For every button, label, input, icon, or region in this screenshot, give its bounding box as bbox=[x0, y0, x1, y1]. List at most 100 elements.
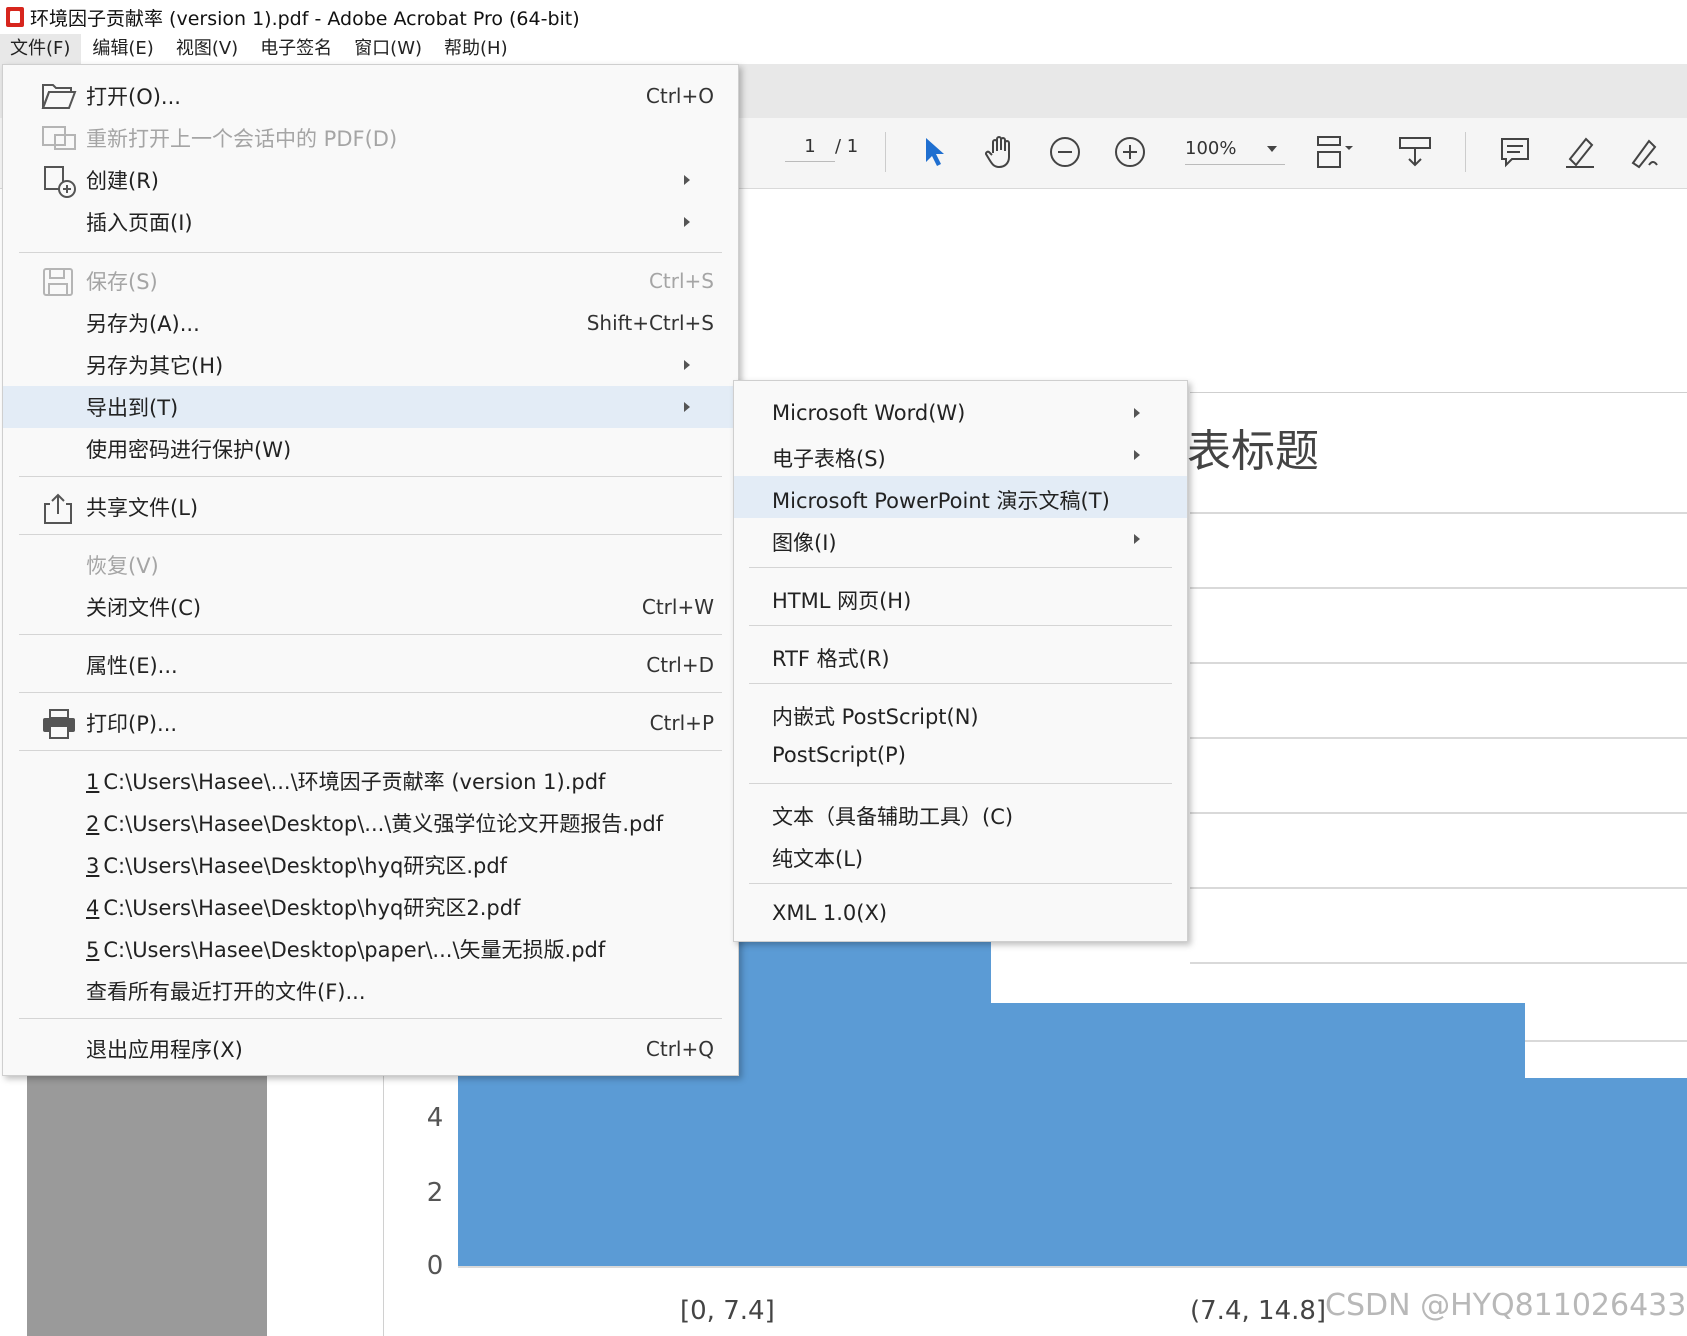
submenu-item-label: HTML 网页(H) bbox=[772, 589, 912, 613]
menu-item-label: 另存为(A)... bbox=[86, 312, 200, 336]
menu-file[interactable]: 文件(F) bbox=[0, 34, 82, 64]
recent-file-item[interactable]: 3 C:\Users\Hasee\Desktop\hyq研究区.pdf bbox=[3, 844, 738, 886]
recent-file-item[interactable]: 1 C:\Users\Hasee\...\环境因子贡献率 (version 1).… bbox=[3, 760, 738, 802]
recent-file-number: 1 bbox=[86, 770, 100, 794]
menu-item-properties[interactable]: 属性(E)... Ctrl+D bbox=[3, 644, 738, 686]
highlight-pen-icon[interactable] bbox=[1560, 132, 1600, 172]
shortcut-label: Ctrl+S bbox=[648, 269, 714, 293]
export-powerpoint[interactable]: Microsoft PowerPoint 演示文稿(T) bbox=[734, 476, 1187, 518]
menu-edit[interactable]: 编辑(E) bbox=[81, 34, 164, 64]
menu-item-share[interactable]: 共享文件(L) bbox=[3, 486, 738, 528]
page-total: / 1 bbox=[835, 136, 859, 157]
menu-item-label: 创建(R) bbox=[86, 169, 159, 193]
recent-file-item[interactable]: 5 C:\Users\Hasee\Desktop\paper\...\矢量无损版.… bbox=[3, 928, 738, 970]
menu-item-label: 关闭文件(C) bbox=[86, 596, 202, 620]
menu-window[interactable]: 窗口(W) bbox=[343, 34, 433, 64]
menu-item-revert[interactable]: 恢复(V) bbox=[3, 544, 738, 586]
recent-file-item[interactable]: 4 C:\Users\Hasee\Desktop\hyq研究区2.pdf bbox=[3, 886, 738, 928]
recent-file-number: 2 bbox=[86, 812, 100, 836]
recent-file-label: 2 C:\Users\Hasee\Desktop\...\黄义强学位论文开题报告.… bbox=[86, 808, 663, 838]
x-axis-line bbox=[458, 1266, 1687, 1268]
page-number-input[interactable]: 1 bbox=[785, 136, 835, 162]
menu-separator bbox=[749, 883, 1172, 884]
menu-item-label: 使用密码进行保护(W) bbox=[86, 438, 292, 462]
menu-item-label: 保存(S) bbox=[86, 270, 158, 294]
recent-file-path: C:\Users\Hasee\Desktop\hyq研究区.pdf bbox=[103, 854, 508, 878]
recent-file-path: C:\Users\Hasee\Desktop\paper\...\矢量无损版.p… bbox=[103, 938, 606, 962]
menu-separator bbox=[749, 625, 1172, 626]
submenu-arrow-icon bbox=[1134, 408, 1140, 418]
menu-item-create[interactable]: 创建(R) bbox=[3, 159, 738, 201]
save-disk-icon bbox=[41, 266, 75, 296]
submenu-item-label: Microsoft PowerPoint 演示文稿(T) bbox=[772, 489, 1110, 513]
zoom-select[interactable]: 100% bbox=[1185, 138, 1285, 165]
menu-item-export-to[interactable]: 导出到(T) bbox=[3, 386, 738, 428]
menu-item-save-as-other[interactable]: 另存为其它(H) bbox=[3, 344, 738, 386]
menu-item-view-all-recent[interactable]: 查看所有最近打开的文件(F)... bbox=[3, 970, 738, 1012]
export-text-accessible[interactable]: 文本（具备辅助工具）(C) bbox=[734, 792, 1187, 834]
menu-separator bbox=[19, 750, 722, 751]
menu-item-label: 打开(O)... bbox=[86, 85, 181, 109]
gridline bbox=[1190, 887, 1687, 889]
submenu-arrow-icon bbox=[684, 360, 690, 370]
shortcut-label: Ctrl+P bbox=[649, 711, 714, 735]
scroll-mode-icon[interactable] bbox=[1395, 132, 1435, 172]
export-xml[interactable]: XML 1.0(X) bbox=[734, 892, 1187, 934]
page-fit-icon[interactable] bbox=[1315, 132, 1355, 172]
menu-item-save[interactable]: 保存(S) Ctrl+S bbox=[3, 260, 738, 302]
recent-file-path: C:\Users\Hasee\Desktop\...\黄义强学位论文开题报告.p… bbox=[103, 812, 664, 836]
hand-tool-icon[interactable] bbox=[980, 132, 1020, 172]
submenu-item-label: 文本（具备辅助工具）(C) bbox=[772, 805, 1014, 829]
recent-file-item[interactable]: 2 C:\Users\Hasee\Desktop\...\黄义强学位论文开题报告.… bbox=[3, 802, 738, 844]
y-tick-label: 0 bbox=[426, 1251, 444, 1281]
recent-file-label: 4 C:\Users\Hasee\Desktop\hyq研究区2.pdf bbox=[86, 892, 520, 922]
export-image[interactable]: 图像(I) bbox=[734, 518, 1187, 560]
menu-item-exit[interactable]: 退出应用程序(X) Ctrl+Q bbox=[3, 1028, 738, 1070]
export-postscript[interactable]: PostScript(P) bbox=[734, 734, 1187, 776]
menu-esign[interactable]: 电子签名 bbox=[249, 34, 343, 64]
submenu-item-label: RTF 格式(R) bbox=[772, 647, 890, 671]
recent-file-label: 5 C:\Users\Hasee\Desktop\paper\...\矢量无损版.… bbox=[86, 934, 605, 964]
zoom-in-icon[interactable] bbox=[1110, 132, 1150, 172]
menu-separator bbox=[749, 783, 1172, 784]
export-rtf[interactable]: RTF 格式(R) bbox=[734, 634, 1187, 676]
submenu-item-label: PostScript(P) bbox=[772, 743, 906, 767]
menu-item-label: 导出到(T) bbox=[86, 396, 179, 420]
gridline bbox=[1190, 962, 1687, 964]
submenu-arrow-icon bbox=[684, 217, 690, 227]
recent-file-path: C:\Users\Hasee\Desktop\hyq研究区2.pdf bbox=[103, 896, 521, 920]
menu-item-print[interactable]: 打印(P)... Ctrl+P bbox=[3, 702, 738, 744]
menu-item-label: 打印(P)... bbox=[86, 712, 178, 736]
export-html[interactable]: HTML 网页(H) bbox=[734, 576, 1187, 618]
menu-item-insert-pages[interactable]: 插入页面(I) bbox=[3, 201, 738, 243]
menu-item-save-as[interactable]: 另存为(A)... Shift+Ctrl+S bbox=[3, 302, 738, 344]
menu-help[interactable]: 帮助(H) bbox=[433, 34, 519, 64]
zoom-out-icon[interactable] bbox=[1045, 132, 1085, 172]
chart-title: 表标题 bbox=[1187, 426, 1319, 477]
shortcut-label: Ctrl+O bbox=[645, 84, 714, 108]
recent-file-label: 3 C:\Users\Hasee\Desktop\hyq研究区.pdf bbox=[86, 850, 507, 880]
menu-item-close[interactable]: 关闭文件(C) Ctrl+W bbox=[3, 586, 738, 628]
menu-view[interactable]: 视图(V) bbox=[165, 34, 249, 64]
menu-separator bbox=[19, 634, 722, 635]
menu-separator bbox=[749, 683, 1172, 684]
menu-item-reopen[interactable]: 重新打开上一个会话中的 PDF(D) bbox=[3, 117, 738, 159]
export-word[interactable]: Microsoft Word(W) bbox=[734, 392, 1187, 434]
chart-border bbox=[1190, 392, 1687, 393]
export-plain-text[interactable]: 纯文本(L) bbox=[734, 834, 1187, 876]
select-arrow-icon[interactable] bbox=[915, 132, 955, 172]
menu-item-label: 重新打开上一个会话中的 PDF(D) bbox=[86, 127, 398, 151]
sign-pen-icon[interactable] bbox=[1625, 132, 1665, 172]
menu-item-open[interactable]: 打开(O)... Ctrl+O bbox=[3, 75, 738, 117]
export-spreadsheet[interactable]: 电子表格(S) bbox=[734, 434, 1187, 476]
submenu-item-label: 电子表格(S) bbox=[772, 447, 886, 471]
submenu-item-label: 图像(I) bbox=[772, 531, 837, 555]
menu-item-protect[interactable]: 使用密码进行保护(W) bbox=[3, 428, 738, 470]
submenu-item-label: Microsoft Word(W) bbox=[772, 401, 966, 425]
shortcut-label: Ctrl+Q bbox=[645, 1037, 714, 1061]
submenu-arrow-icon bbox=[1134, 534, 1140, 544]
comment-icon[interactable] bbox=[1495, 132, 1535, 172]
export-embedded-postscript[interactable]: 内嵌式 PostScript(N) bbox=[734, 692, 1187, 734]
menu-item-label: 另存为其它(H) bbox=[86, 354, 224, 378]
y-tick-label: 4 bbox=[426, 1103, 444, 1133]
